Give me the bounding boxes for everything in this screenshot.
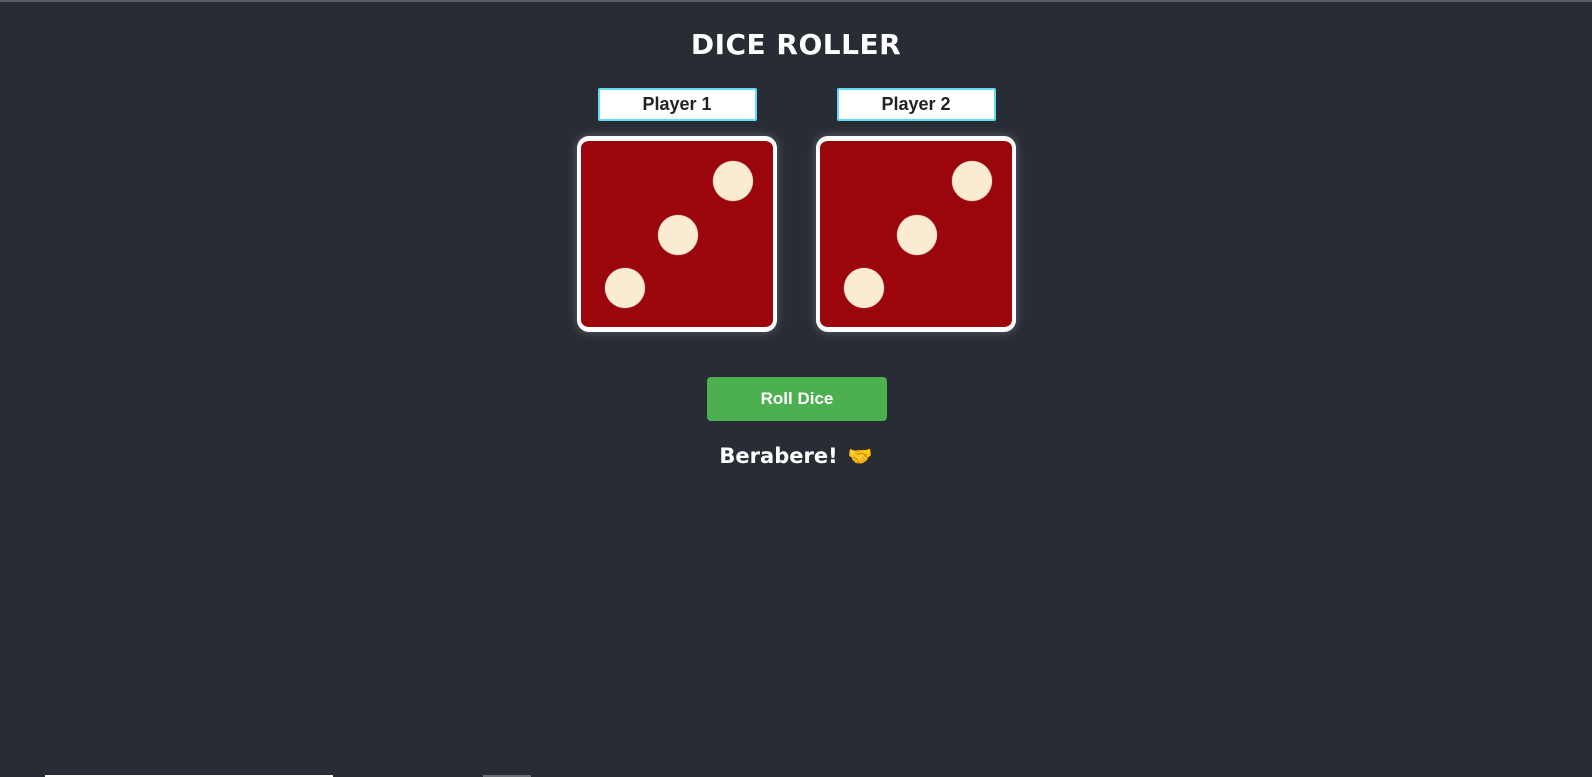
player-2-name-input[interactable] [836,88,996,121]
die-pip [844,268,884,308]
page-title: DICE ROLLER [690,28,902,61]
player-1-die [577,136,777,332]
die-pip [713,161,753,201]
player-2-panel [816,88,1016,332]
roll-dice-button[interactable]: Roll Dice [707,377,887,421]
die-pip [952,161,992,201]
result-text: Berabere! [719,444,838,468]
player-1-panel [577,88,777,332]
result-message: Berabere! 🤝 [0,444,1592,468]
die-pip [897,215,937,255]
handshake-icon: 🤝 [847,444,873,468]
player-1-name-input[interactable] [597,88,757,121]
die-pip [605,268,645,308]
player-2-die [816,136,1016,332]
die-pip [658,215,698,255]
